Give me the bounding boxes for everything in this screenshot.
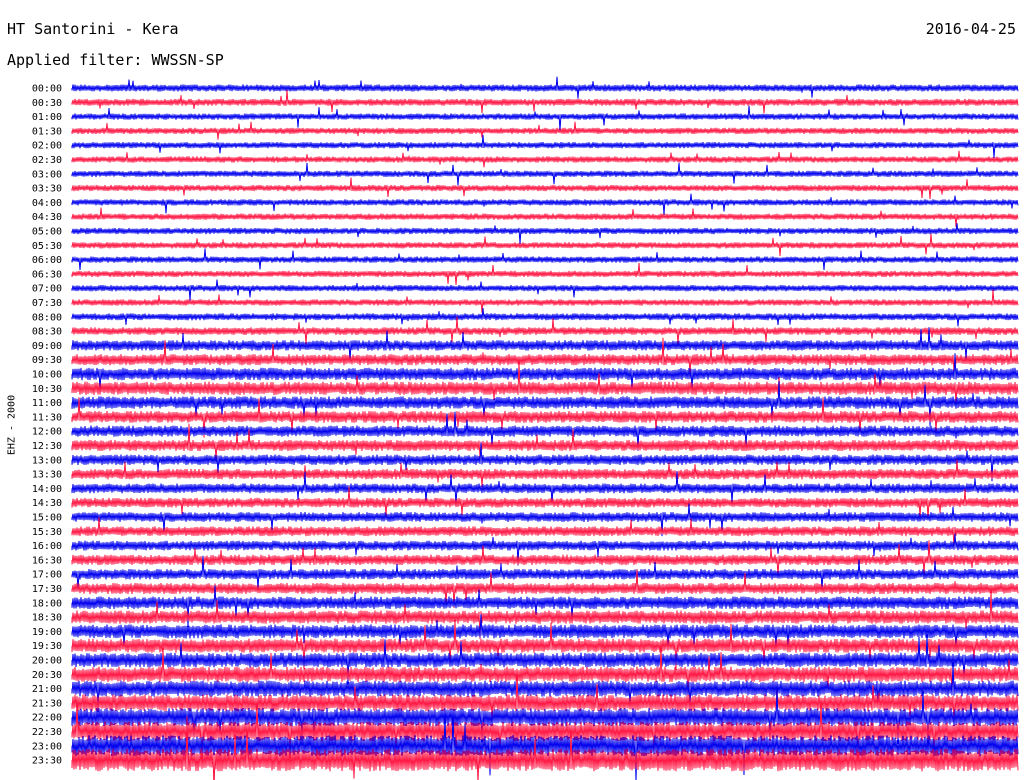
time-label: 01:30 [32,126,62,137]
trace-0800 [71,308,1019,327]
time-label: 02:30 [32,155,62,166]
time-label: 08:30 [32,327,62,338]
time-label: 13:30 [32,470,62,481]
time-label: 14:30 [32,498,62,509]
time-label: 22:00 [32,713,62,724]
trace-0430 [71,207,1019,228]
trace-0600 [71,248,1019,271]
time-label: 18:30 [32,613,62,624]
time-label: 06:30 [32,269,62,280]
trace-0200 [71,134,1019,159]
trace-0730 [71,289,1019,313]
time-label: 02:00 [32,141,62,152]
trace-0700 [71,279,1019,301]
time-label: 10:30 [32,384,62,395]
trace-0100 [71,105,1019,131]
time-label: 09:00 [32,341,62,352]
time-label: 00:00 [32,84,62,95]
time-label: 21:30 [32,698,62,709]
time-label: 11:00 [32,398,62,409]
time-label: 12:30 [32,441,62,452]
time-label: 19:30 [32,641,62,652]
time-label: 07:30 [32,298,62,309]
trace-1030 [71,361,1019,405]
time-label: 10:00 [32,370,62,381]
time-label: 15:30 [32,527,62,538]
trace-0400 [71,193,1019,215]
time-label: 11:30 [32,412,62,423]
trace-0130 [71,121,1019,140]
time-label: 23:30 [32,756,62,767]
trace-0000 [71,76,1019,99]
time-label: 01:00 [32,112,62,123]
time-label: 19:00 [32,627,62,638]
trace-0630 [71,262,1019,285]
time-label: 05:30 [32,241,62,252]
time-label: 15:00 [32,513,62,524]
time-label: 12:00 [32,427,62,438]
time-label: 22:30 [32,727,62,738]
time-label: 07:00 [32,284,62,295]
trace-0030 [71,89,1019,114]
time-label: 17:00 [32,570,62,581]
trace-0330 [71,177,1019,200]
trace-0230 [71,150,1019,168]
time-label: 13:00 [32,455,62,466]
time-label: 00:30 [32,98,62,109]
time-label: 17:30 [32,584,62,595]
time-label: 20:30 [32,670,62,681]
time-label: 16:00 [32,541,62,552]
time-label: 08:00 [32,312,62,323]
time-label: 06:00 [32,255,62,266]
time-label: 05:00 [32,227,62,238]
time-label: 03:00 [32,169,62,180]
time-label: 03:30 [32,184,62,195]
time-label: 21:00 [32,684,62,695]
time-label: 04:00 [32,198,62,209]
trace-0500 [71,223,1019,244]
time-label: 09:30 [32,355,62,366]
helicorder-plot: 00:00 00:30 01:00 01:30 02:00 02:30 03:00 03:30… [32,76,1019,780]
trace-0300 [71,162,1019,186]
time-label: 14:00 [32,484,62,495]
time-label: 18:00 [32,598,62,609]
time-label: 20:00 [32,656,62,667]
time-label: 16:30 [32,555,62,566]
time-label: 04:30 [32,212,62,223]
time-label: 23:00 [32,741,62,752]
